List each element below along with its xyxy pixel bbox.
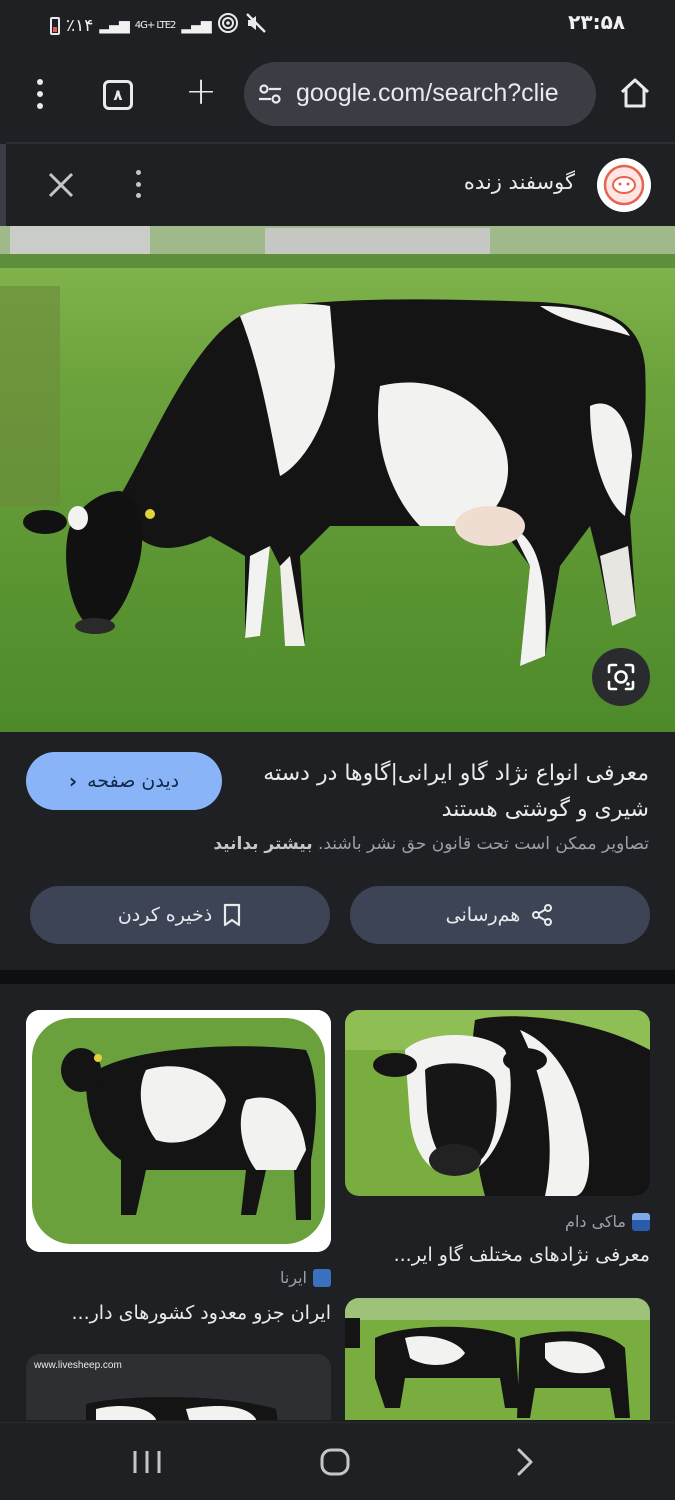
related-source-1[interactable]: ماکی دام: [565, 1212, 650, 1231]
network-label: 4G+ LTE2: [134, 20, 177, 31]
more-options-button[interactable]: [128, 166, 148, 202]
lens-search-button[interactable]: [592, 648, 650, 706]
related-title-2[interactable]: ایران جزو معدود کشورهای دار...: [72, 1302, 332, 1324]
save-label: ذخیره کردن: [117, 904, 213, 926]
main-image[interactable]: [0, 226, 675, 732]
share-label: هم‌رسانی: [445, 904, 521, 926]
bookmark-icon: [224, 903, 241, 927]
source-name: ایرنا: [279, 1268, 307, 1287]
image-title[interactable]: معرفی انواع نژاد گاو ایرانی|گاوها در دست…: [249, 756, 649, 828]
related-image-4[interactable]: www.livesheep.com: [26, 1354, 331, 1420]
share-icon: [532, 904, 553, 926]
tab-count: ۸: [113, 86, 123, 104]
visit-page-button[interactable]: دیدن صفحه ‹: [26, 752, 222, 810]
cow-photo: [0, 226, 675, 732]
section-divider: [0, 970, 675, 984]
home-icon[interactable]: [618, 76, 652, 110]
related-images-grid: ماکی دام معرفی نژادهای مختلف گاو ایر... …: [0, 984, 675, 1420]
url-text: google.com/search?clie: [296, 79, 559, 107]
status-icons: ٪۱۴ ▂▄▆ 4G+ LTE2 ▂▄▆: [50, 12, 267, 39]
sheep-icon: [603, 164, 645, 206]
battery-icon: [50, 16, 60, 35]
copyright-text: تصاویر ممکن است تحت قانون حق نشر باشند.: [317, 834, 649, 854]
visit-page-label: دیدن صفحه: [87, 770, 180, 792]
source-favicon-icon: [313, 1268, 331, 1287]
site-settings-icon[interactable]: [258, 83, 282, 105]
image-watermark: www.livesheep.com: [34, 1360, 122, 1371]
site-logo[interactable]: [597, 158, 651, 212]
save-button[interactable]: ذخیره کردن: [30, 886, 330, 944]
source-favicon-icon: [632, 1212, 650, 1231]
browser-toolbar: ۸ + google.com/search?clie: [0, 48, 675, 140]
close-icon[interactable]: [44, 168, 78, 202]
wifi-icon: [217, 12, 239, 39]
source-name: ماکی دام: [565, 1212, 626, 1231]
chevron-left-icon: ‹: [68, 769, 78, 793]
related-image-3[interactable]: [345, 1298, 650, 1420]
battery-text: ٪۱۴: [66, 15, 94, 36]
related-image-1[interactable]: [345, 1010, 650, 1196]
site-name: گوسفند زنده: [463, 170, 575, 194]
clock: ۲۳:۵۸: [568, 10, 625, 34]
image-panel-header: گوسفند زنده: [0, 142, 675, 228]
signal-icon: ▂▄▆: [99, 17, 129, 34]
copyright-notice: تصاویر ممکن است تحت قانون حق نشر باشند. …: [213, 834, 649, 854]
learn-more-link[interactable]: بیشتر بدانید: [213, 834, 312, 854]
related-source-2[interactable]: ایرنا: [280, 1268, 331, 1287]
recent-apps-icon[interactable]: [130, 1449, 164, 1475]
new-tab-button[interactable]: +: [182, 72, 220, 111]
related-image-2[interactable]: [26, 1010, 331, 1252]
signal-icon-2: ▂▄▆: [181, 17, 211, 34]
home-nav-icon[interactable]: [318, 1447, 352, 1477]
image-details: دیدن صفحه ‹ معرفی انواع نژاد گاو ایرانی|…: [0, 732, 675, 970]
tab-switcher-button[interactable]: ۸: [103, 80, 133, 110]
related-title-1[interactable]: معرفی نژادهای مختلف گاو ایر...: [394, 1244, 650, 1266]
address-bar[interactable]: google.com/search?clie: [244, 62, 596, 126]
google-lens-icon: [607, 663, 635, 691]
browser-menu-button[interactable]: [22, 76, 58, 112]
mute-icon: [245, 12, 267, 39]
system-navigation-bar: [0, 1422, 675, 1500]
share-button[interactable]: هم‌رسانی: [350, 886, 650, 944]
back-icon[interactable]: [510, 1447, 540, 1477]
status-bar: ٪۱۴ ▂▄▆ 4G+ LTE2 ▂▄▆ ۲۳:۵۸: [0, 0, 675, 48]
